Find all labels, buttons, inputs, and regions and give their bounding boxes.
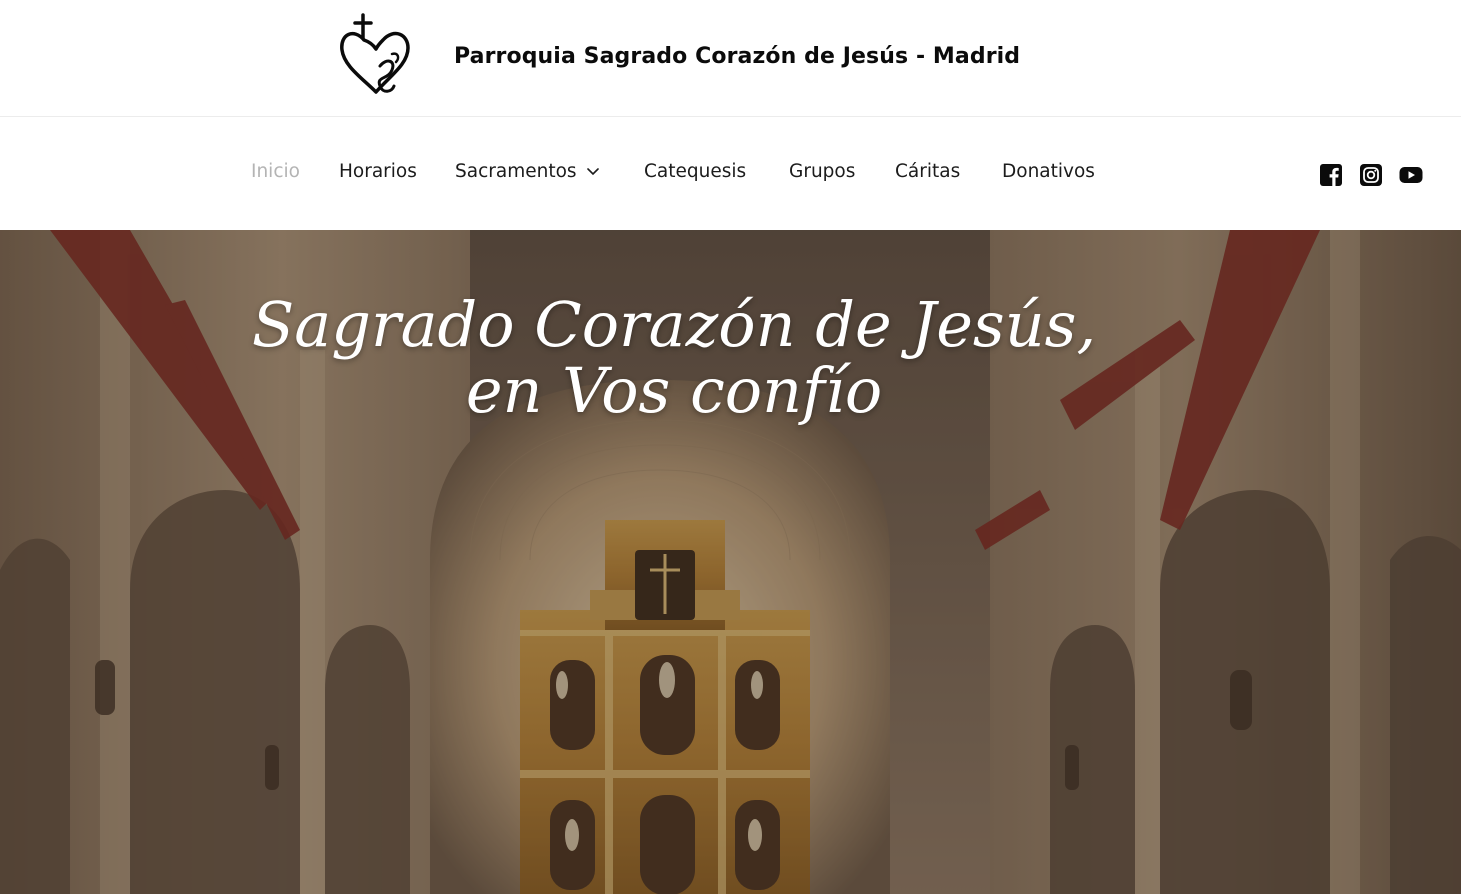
nav-item-donativos[interactable]: Donativos	[1002, 161, 1095, 182]
hero-title-line-1: Sagrado Corazón de Jesús,	[251, 288, 1097, 361]
hero-banner: Sagrado Corazón de Jesús, en Vos confío	[0, 230, 1461, 894]
nav-item-horarios[interactable]: Horarios	[339, 161, 417, 182]
nav-item-inicio[interactable]: Inicio	[251, 161, 300, 182]
nav-item-grupos[interactable]: Grupos	[789, 161, 855, 182]
hero-title: Sagrado Corazón de Jesús, en Vos confío	[0, 292, 1348, 424]
nav-item-caritas[interactable]: Cáritas	[895, 161, 960, 182]
nav-item-sacramentos-label: Sacramentos	[455, 161, 577, 182]
facebook-icon[interactable]	[1319, 163, 1343, 187]
site-title[interactable]: Parroquia Sagrado Corazón de Jesús - Mad…	[454, 44, 1020, 69]
heart-cross-logo-icon[interactable]	[336, 12, 414, 100]
chevron-down-icon[interactable]	[586, 160, 599, 181]
nav-item-sacramentos[interactable]: Sacramentos	[455, 161, 599, 183]
hero-title-line-2: en Vos confío	[465, 354, 883, 427]
nav-item-catequesis[interactable]: Catequesis	[644, 161, 746, 182]
instagram-icon[interactable]	[1359, 163, 1383, 187]
youtube-icon[interactable]	[1399, 163, 1423, 187]
site-header: Parroquia Sagrado Corazón de Jesús - Mad…	[0, 0, 1461, 117]
